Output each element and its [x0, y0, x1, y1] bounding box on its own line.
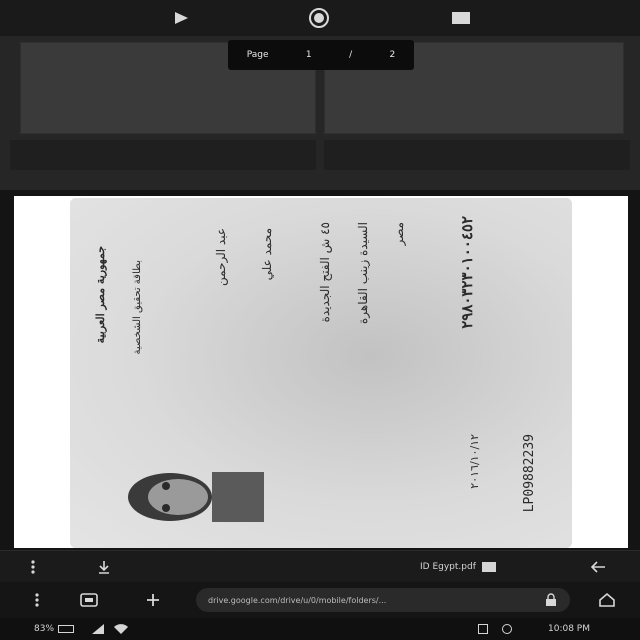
- issuer-title: جمهورية مصر العربية: [94, 246, 107, 344]
- issue-date: ٢٠١٦/١٠/١٢: [468, 434, 481, 489]
- signal-group: [92, 622, 128, 636]
- page-indicator: Page 1 / 2: [228, 40, 414, 70]
- address-bar[interactable]: drive.google.com/drive/u/0/mobile/folder…: [196, 588, 570, 612]
- address-line-3: مصر: [392, 222, 406, 246]
- viewer-toolbar: ID Egypt.pdf: [0, 550, 640, 582]
- download-icon[interactable]: [96, 557, 116, 577]
- lock-icon[interactable]: [540, 590, 562, 610]
- arrow-left-icon[interactable]: [590, 557, 610, 577]
- notification-icons: [478, 622, 512, 636]
- issuer-subtitle: بطاقة تحقيق الشخصية: [132, 260, 143, 355]
- name-line-2: محمد علي: [260, 228, 274, 281]
- battery-level: 83%: [34, 624, 55, 634]
- status-bar: 83% 10:08 PM: [0, 618, 640, 640]
- address-line-1: ٤٥ ش الفتح الجديدة: [318, 222, 332, 323]
- battery-icon: [58, 625, 75, 633]
- notification-icon: [478, 624, 488, 634]
- file-icon: [481, 562, 496, 572]
- page-current: 1: [305, 50, 312, 60]
- file-label: ID Egypt.pdf: [420, 562, 476, 572]
- thumbnail-caption-1: [10, 140, 316, 170]
- time-text: 10:08 PM: [548, 624, 590, 634]
- page-separator: /: [349, 50, 353, 60]
- plus-icon[interactable]: [142, 590, 164, 610]
- serial-number: LP09882239: [522, 434, 537, 513]
- thumbnail-caption-2: [324, 140, 630, 170]
- name-line-1: عبد الرحمن: [214, 228, 228, 286]
- page-label: Page: [246, 50, 269, 60]
- clock-icon: [502, 624, 512, 634]
- id-number: ٢٩٨٠٣٢٣٠١٠٠٤٥٢: [458, 216, 476, 329]
- play-icon[interactable]: [166, 4, 196, 32]
- record-icon[interactable]: [304, 4, 334, 32]
- url-text: drive.google.com/drive/u/0/mobile/folder…: [208, 595, 387, 605]
- page-total: 2: [389, 50, 396, 60]
- portrait-photo: [128, 472, 264, 522]
- top-toolbar: [0, 0, 640, 36]
- browser-bar: drive.google.com/drive/u/0/mobile/folder…: [0, 582, 640, 618]
- home-icon[interactable]: [596, 590, 618, 610]
- battery-indicator: 83%: [34, 622, 75, 636]
- tabs-icon[interactable]: [78, 590, 100, 610]
- more-vertical-icon[interactable]: [30, 557, 46, 577]
- screen-icon[interactable]: [446, 4, 476, 32]
- file-name: ID Egypt.pdf: [420, 557, 560, 577]
- address-line-2: السيدة زينب القاهرة: [356, 222, 370, 325]
- signal-icon: [92, 624, 104, 634]
- clock: 10:08 PM: [548, 622, 590, 636]
- wifi-icon: [114, 624, 128, 634]
- id-card-image: ٢٩٨٠٣٢٣٠١٠٠٤٥٢ عبد الرحمن محمد علي ٤٥ ش …: [70, 198, 572, 548]
- menu-icon[interactable]: [26, 590, 48, 610]
